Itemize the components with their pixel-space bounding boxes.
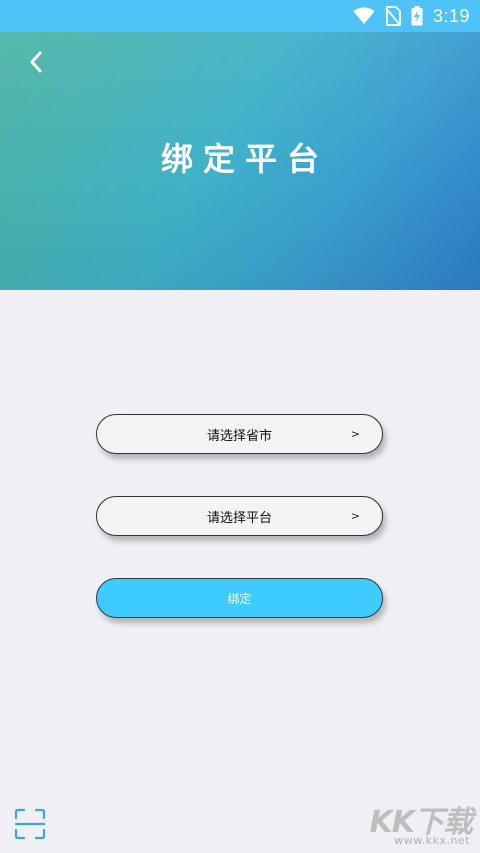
watermark-url: www.kkx.net <box>394 834 470 847</box>
wifi-icon <box>353 7 375 25</box>
platform-select-label: 请选择平台 <box>206 510 272 526</box>
bind-button-label: 绑定 <box>227 591 252 606</box>
no-sim-icon <box>385 6 401 26</box>
status-icons: 3:19 <box>353 4 470 28</box>
battery-charging-icon <box>411 6 423 26</box>
province-select-label: 请选择省市 <box>206 428 272 444</box>
scan-icon <box>14 808 46 844</box>
page-title: 绑定平台 <box>160 140 329 178</box>
bind-button[interactable]: 绑定 <box>96 578 383 618</box>
back-button[interactable] <box>18 46 54 82</box>
status-bar: 3:19 <box>0 0 480 32</box>
province-select[interactable]: 请选择省市 > <box>96 414 383 454</box>
chevron-right-icon: > <box>350 427 360 441</box>
page-header: 绑定平台 <box>0 32 480 290</box>
scan-button[interactable] <box>14 808 46 840</box>
chevron-right-icon: > <box>350 509 360 523</box>
platform-select[interactable]: 请选择平台 > <box>96 496 383 536</box>
chevron-left-icon <box>28 50 44 78</box>
status-time: 3:19 <box>432 5 470 26</box>
watermark: KK下载 www.kkx.net <box>352 797 473 847</box>
